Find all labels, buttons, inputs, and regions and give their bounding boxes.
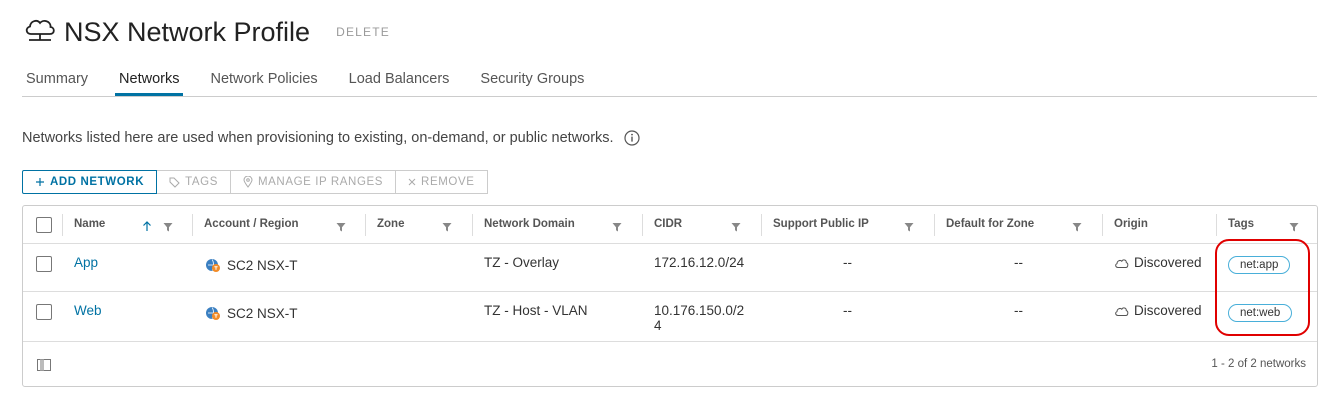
delete-button[interactable]: DELETE (336, 25, 390, 39)
datagrid-footer: 1 - 2 of 2 networks (23, 342, 1317, 386)
column-header-support-public-ip[interactable]: Support Public IP (773, 206, 869, 243)
filter-icon[interactable] (1289, 219, 1299, 237)
account-region-cell: SC2 NSX-T (205, 257, 298, 273)
tab-security-groups[interactable]: Security Groups (476, 64, 588, 95)
column-header-zone[interactable]: Zone (377, 206, 404, 243)
account-name: SC2 NSX-T (227, 257, 298, 273)
table-row[interactable]: Web SC2 NSX-T TZ - Host - VLAN 10.176.15… (23, 292, 1317, 342)
tab-summary[interactable]: Summary (22, 64, 92, 95)
origin-cell: Discovered (1114, 303, 1202, 318)
tags-label: TAGS (185, 176, 218, 188)
pagination-count: 1 - 2 of 2 networks (1211, 358, 1306, 370)
filter-icon[interactable] (904, 219, 914, 237)
column-toggle-icon[interactable] (37, 358, 51, 376)
column-header-origin[interactable]: Origin (1114, 206, 1148, 243)
tags-button[interactable]: TAGS (157, 170, 231, 194)
tab-load-balancers[interactable]: Load Balancers (345, 64, 454, 95)
column-header-name[interactable]: Name (74, 206, 105, 243)
remove-button[interactable]: REMOVE (396, 170, 488, 194)
row-checkbox[interactable] (36, 256, 52, 272)
origin-text: Discovered (1134, 255, 1202, 270)
network-toolbar: ADD NETWORK TAGS MANAGE IP RANGES REMOVE (22, 170, 488, 194)
origin-text: Discovered (1134, 303, 1202, 318)
manage-ip-ranges-label: MANAGE IP RANGES (257, 176, 384, 188)
column-header-default-for-zone[interactable]: Default for Zone (946, 206, 1034, 243)
filter-icon[interactable] (163, 219, 173, 237)
cloud-network-icon (22, 14, 58, 50)
column-header-network-domain[interactable]: Network Domain (484, 206, 575, 243)
tag-icon (169, 177, 180, 188)
nsx-account-icon (205, 305, 221, 321)
sort-ascending-icon[interactable] (142, 219, 152, 237)
nsx-account-icon (205, 257, 221, 273)
row-checkbox[interactable] (36, 304, 52, 320)
map-pin-icon (243, 176, 253, 188)
origin-cell: Discovered (1114, 255, 1202, 270)
filter-icon[interactable] (336, 219, 346, 237)
tab-network-policies[interactable]: Network Policies (206, 64, 321, 95)
tags-highlight-annotation (1215, 239, 1310, 336)
select-all-checkbox[interactable] (36, 217, 52, 233)
tab-bar: Summary Networks Network Policies Load B… (22, 64, 1317, 97)
manage-ip-ranges-button[interactable]: MANAGE IP RANGES (230, 170, 397, 194)
remove-label: REMOVE (421, 176, 475, 188)
cloud-icon (1114, 257, 1129, 269)
close-icon (408, 178, 416, 186)
networks-datagrid: Name Account / Region Zone Network Domai… (22, 205, 1318, 387)
filter-icon[interactable] (612, 219, 622, 237)
filter-icon[interactable] (1072, 219, 1082, 237)
networks-description: Networks listed here are used when provi… (22, 130, 640, 146)
filter-icon[interactable] (731, 219, 741, 237)
description-text: Networks listed here are used when provi… (22, 130, 614, 146)
info-icon[interactable] (623, 130, 640, 146)
column-header-tags[interactable]: Tags (1228, 206, 1254, 243)
page-title: NSX Network Profile (64, 16, 311, 47)
table-row[interactable]: App SC2 NSX-T TZ - Overlay 172.16.12.0/2… (23, 244, 1317, 292)
column-header-cidr[interactable]: CIDR (654, 206, 682, 243)
cloud-icon (1114, 305, 1129, 317)
column-header-account-region[interactable]: Account / Region (204, 206, 299, 243)
page-header: NSX Network Profile DELETE (22, 12, 390, 52)
account-name: SC2 NSX-T (227, 305, 298, 321)
add-network-label: ADD NETWORK (50, 176, 145, 188)
tab-networks[interactable]: Networks (115, 64, 184, 96)
plus-icon (35, 177, 45, 187)
filter-icon[interactable] (442, 219, 452, 237)
table-header-row: Name Account / Region Zone Network Domai… (23, 206, 1317, 244)
add-network-button[interactable]: ADD NETWORK (22, 170, 158, 194)
account-region-cell: SC2 NSX-T (205, 305, 298, 321)
